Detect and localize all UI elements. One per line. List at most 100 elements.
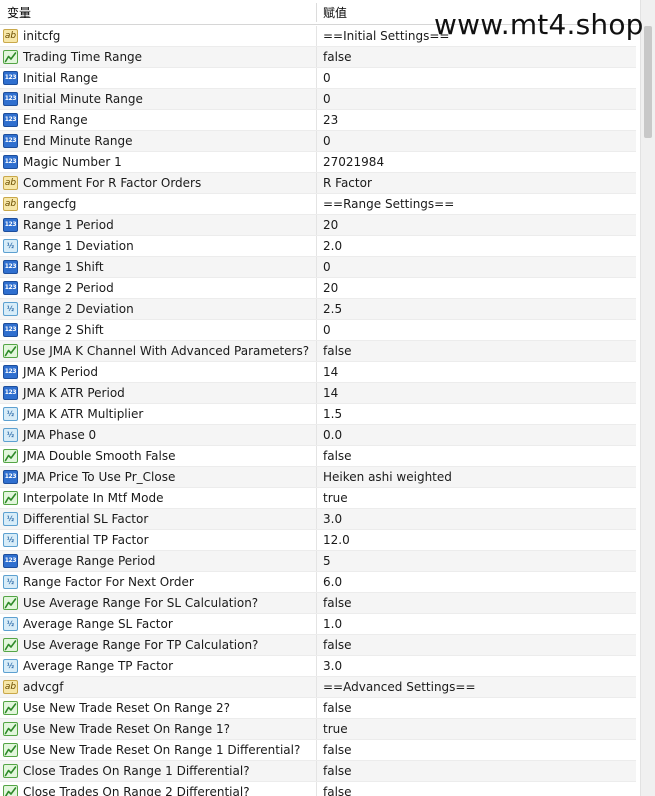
parameter-value[interactable]: 6.0 [323,572,342,592]
table-row[interactable]: ½ Range 1 Deviation 2.0 [0,236,636,257]
parameter-value[interactable]: ==Range Settings== [323,194,454,214]
vertical-scrollbar[interactable] [640,0,655,796]
integer-type-icon: 123 [3,323,18,337]
table-row[interactable]: 123 Average Range Period 5 [0,551,636,572]
parameter-value[interactable]: 14 [323,383,338,403]
cell-divider [316,341,317,361]
string-type-icon: ab [3,680,18,694]
table-row[interactable]: ½ Differential TP Factor 12.0 [0,530,636,551]
parameter-value[interactable]: 20 [323,215,338,235]
parameter-value[interactable]: 1.0 [323,614,342,634]
cell-divider [316,782,317,796]
integer-type-icon: 123 [3,281,18,295]
table-row[interactable]: Use Average Range For TP Calculation? fal… [0,635,636,656]
parameter-value[interactable]: false [323,761,352,781]
cell-divider [316,236,317,256]
cell-divider [316,551,317,571]
parameter-value[interactable]: 23 [323,110,338,130]
cell-divider [316,110,317,130]
table-row[interactable]: Use New Trade Reset On Range 1? true [0,719,636,740]
parameter-value[interactable]: 0 [323,89,331,109]
table-row[interactable]: 123 Initial Range 0 [0,68,636,89]
parameter-value[interactable]: false [323,740,352,760]
column-header-variable[interactable]: 变量 [7,0,312,25]
table-row[interactable]: Interpolate In Mtf Mode true [0,488,636,509]
column-divider[interactable] [316,3,317,22]
table-row[interactable]: ½ Range 2 Deviation 2.5 [0,299,636,320]
table-row[interactable]: ½ JMA Phase 0 0.0 [0,425,636,446]
parameter-value[interactable]: 0 [323,131,331,151]
parameter-name: End Minute Range [23,134,133,148]
parameter-value[interactable]: false [323,782,352,796]
parameter-name: Range 2 Deviation [23,302,134,316]
table-row[interactable]: 123 Range 1 Shift 0 [0,257,636,278]
table-row[interactable]: 123 End Range 23 [0,110,636,131]
table-row[interactable]: 123 Range 2 Shift 0 [0,320,636,341]
parameter-value[interactable]: false [323,341,352,361]
table-row[interactable]: 123 Magic Number 1 27021984 [0,152,636,173]
cell-divider [316,719,317,739]
table-row[interactable]: Use JMA K Channel With Advanced Paramete… [0,341,636,362]
table-row[interactable]: Close Trades On Range 2 Differential? fal… [0,782,636,796]
table-row[interactable]: 123 JMA K Period 14 [0,362,636,383]
parameter-value[interactable]: 2.5 [323,299,342,319]
table-row[interactable]: 123 Initial Minute Range 0 [0,89,636,110]
parameter-value[interactable]: false [323,593,352,613]
parameter-value[interactable]: ==Advanced Settings== [323,677,476,697]
parameter-name: Initial Minute Range [23,92,143,106]
parameter-value[interactable]: 3.0 [323,509,342,529]
parameter-value[interactable]: 1.5 [323,404,342,424]
string-type-icon: ab [3,176,18,190]
table-row[interactable]: ½ JMA K ATR Multiplier 1.5 [0,404,636,425]
table-row[interactable]: ½ Range Factor For Next Order 6.0 [0,572,636,593]
parameter-value[interactable]: 14 [323,362,338,382]
parameter-value[interactable]: R Factor [323,173,372,193]
table-row[interactable]: ½ Average Range TP Factor 3.0 [0,656,636,677]
parameter-value[interactable]: false [323,446,352,466]
parameter-value[interactable]: 0 [323,68,331,88]
table-row[interactable]: Use Average Range For SL Calculation? fal… [0,593,636,614]
table-row[interactable]: ½ Average Range SL Factor 1.0 [0,614,636,635]
scrollbar-thumb[interactable] [644,26,652,138]
parameter-value[interactable]: 3.0 [323,656,342,676]
table-row[interactable]: JMA Double Smooth False false [0,446,636,467]
parameter-value[interactable]: 12.0 [323,530,350,550]
table-row[interactable]: 123 JMA K ATR Period 14 [0,383,636,404]
parameter-name: JMA K ATR Multiplier [23,407,144,421]
parameter-value[interactable]: 20 [323,278,338,298]
parameter-value[interactable]: true [323,488,348,508]
cell-divider [316,530,317,550]
parameter-value[interactable]: 0 [323,320,331,340]
parameter-value[interactable]: true [323,719,348,739]
cell-divider [316,761,317,781]
parameter-value[interactable]: Heiken ashi weighted [323,467,452,487]
inputs-table: 变量 赋值 ab initcfg ==Initial Settings== Tradi… [0,0,655,796]
parameter-value[interactable]: 0 [323,257,331,277]
table-row[interactable]: Trading Time Range false [0,47,636,68]
parameter-value[interactable]: 2.0 [323,236,342,256]
table-row[interactable]: Use New Trade Reset On Range 2? false [0,698,636,719]
parameter-value[interactable]: 5 [323,551,331,571]
parameter-value[interactable]: ==Initial Settings== [323,26,449,46]
table-row[interactable]: ab advcgf ==Advanced Settings== [0,677,636,698]
table-row[interactable]: 123 End Minute Range 0 [0,131,636,152]
parameter-name: JMA Double Smooth False [23,449,176,463]
table-row[interactable]: ab rangecfg ==Range Settings== [0,194,636,215]
parameter-value[interactable]: 0.0 [323,425,342,445]
rows-container: ab initcfg ==Initial Settings== Trading Tim… [0,26,636,796]
table-row[interactable]: 123 Range 2 Period 20 [0,278,636,299]
parameter-value[interactable]: false [323,635,352,655]
table-row[interactable]: ab Comment For R Factor Orders R Factor [0,173,636,194]
parameter-value[interactable]: 27021984 [323,152,384,172]
table-row[interactable]: 123 JMA Price To Use Pr_Close Heiken ashi … [0,467,636,488]
table-row[interactable]: Use New Trade Reset On Range 1 Different… [0,740,636,761]
table-row[interactable]: 123 Range 1 Period 20 [0,215,636,236]
double-type-icon: ½ [3,239,18,253]
table-row[interactable]: Close Trades On Range 1 Differential? fal… [0,761,636,782]
parameter-name: JMA K ATR Period [23,386,125,400]
parameter-value[interactable]: false [323,47,352,67]
table-row[interactable]: ½ Differential SL Factor 3.0 [0,509,636,530]
integer-type-icon: 123 [3,218,18,232]
parameter-value[interactable]: false [323,698,352,718]
double-type-icon: ½ [3,575,18,589]
